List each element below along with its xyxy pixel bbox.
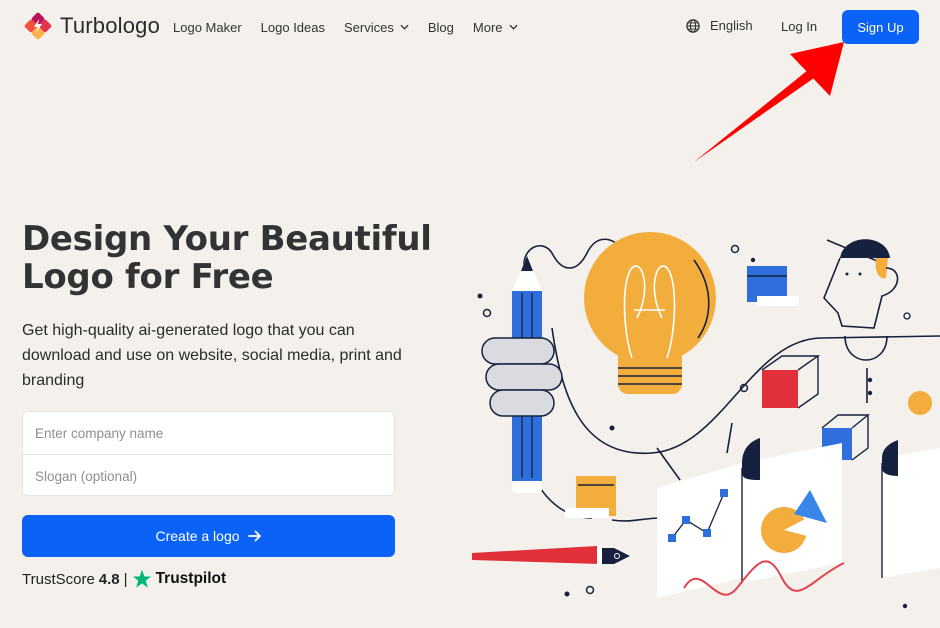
trust-separator: | xyxy=(123,570,128,588)
pen-icon xyxy=(472,546,630,566)
person-icon xyxy=(823,239,899,403)
hand-icon xyxy=(481,337,563,417)
decor-ring xyxy=(730,244,740,254)
globe-icon xyxy=(686,18,700,33)
brand-name: Turbologo xyxy=(60,13,161,38)
nav-label: Logo Maker xyxy=(173,19,242,35)
trustscore-value: 4.8 xyxy=(98,570,120,588)
decor-ring xyxy=(585,585,595,595)
nav-logo-maker[interactable]: Logo Maker xyxy=(173,18,242,36)
chart-paper-icon xyxy=(657,438,940,598)
trustpilot-name: Trustpilot xyxy=(155,570,227,587)
nav-label: Services xyxy=(344,19,394,35)
decor-dot xyxy=(902,603,908,609)
turbologo-logo-icon xyxy=(24,12,52,40)
nav-blog[interactable]: Blog xyxy=(428,18,454,36)
arrow-right-icon xyxy=(247,530,261,542)
brand-logo-link[interactable]: Turbologo xyxy=(22,10,160,42)
main-nav: Logo Maker Logo Ideas Services Blog More xyxy=(173,18,537,36)
signup-button[interactable]: Sign Up xyxy=(842,10,919,44)
decor-dot xyxy=(477,293,483,299)
hero-title-line-2: Logo for Free xyxy=(22,257,274,297)
slogan-input[interactable] xyxy=(23,455,394,495)
nav-more-dropdown[interactable]: More xyxy=(473,18,518,36)
red-arrow-annotation xyxy=(694,42,844,162)
hero-title: Design Your Beautiful Logo for Free xyxy=(22,220,462,296)
decor-dot xyxy=(609,425,615,431)
logo-form xyxy=(22,411,395,496)
hero-title-line-1: Design Your Beautiful xyxy=(22,219,432,259)
create-logo-button[interactable]: Create a logo xyxy=(22,515,395,557)
hero-subtitle: Get high-quality ai-generated logo that … xyxy=(22,322,402,389)
decor-ring xyxy=(903,312,911,320)
nav-logo-ideas[interactable]: Logo Ideas xyxy=(261,18,325,36)
hero-illustration xyxy=(472,232,940,609)
nav-services-dropdown[interactable]: Services xyxy=(344,18,409,36)
chevron-down-icon xyxy=(508,24,518,30)
illustration-line xyxy=(726,422,733,454)
nav-label: Logo Ideas xyxy=(260,19,325,35)
language-label: English xyxy=(710,18,753,33)
trustscore-label: TrustScore xyxy=(22,570,95,588)
decor-dot xyxy=(750,257,756,263)
nav-label: More xyxy=(472,19,503,35)
decor-ring xyxy=(482,308,492,318)
decor-dot xyxy=(564,591,570,597)
create-logo-label: Create a logo xyxy=(155,528,240,544)
orange-note-icon xyxy=(565,476,616,518)
nav-label: Blog xyxy=(427,19,454,35)
yellow-ball-icon xyxy=(908,391,932,415)
company-name-input[interactable] xyxy=(23,412,394,454)
red-cube-icon xyxy=(761,355,821,409)
trustpilot-star-icon xyxy=(132,569,151,588)
chevron-down-icon xyxy=(400,24,409,30)
login-link[interactable]: Log In xyxy=(781,19,817,34)
trustscore[interactable]: TrustScore 4.8 | Trustpilot xyxy=(22,569,226,589)
lightbulb-icon xyxy=(584,232,716,394)
blue-note-icon xyxy=(747,266,799,306)
language-selector[interactable]: English xyxy=(686,18,753,33)
illustration-line xyxy=(611,517,663,522)
illustration-line xyxy=(656,447,681,481)
